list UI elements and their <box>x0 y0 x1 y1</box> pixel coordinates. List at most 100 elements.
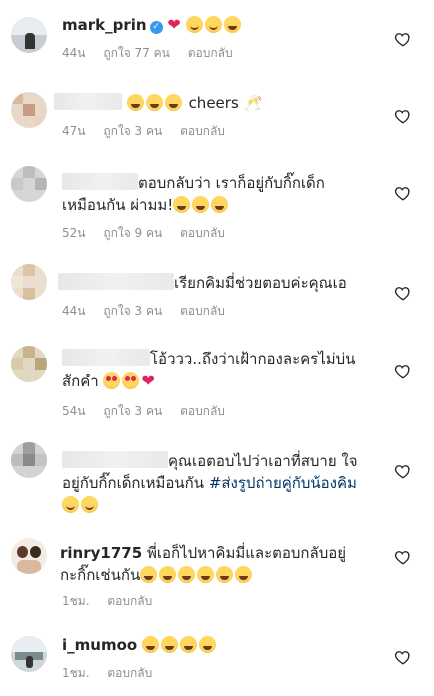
avatar[interactable] <box>11 92 47 128</box>
heart-eyes-emoji <box>103 372 121 389</box>
comment-text-line-2: อยู่กับกิ๊กเด็กเหมือนกัน #ส่งรูปถ่ายคู่ก… <box>62 472 357 494</box>
tears-of-joy-emoji <box>159 566 177 583</box>
heart-outline-icon[interactable] <box>394 184 412 202</box>
avatar[interactable] <box>11 17 47 53</box>
avatar[interactable] <box>11 442 47 478</box>
reply-button[interactable]: ตอบกลับ <box>180 304 225 318</box>
laughing-emoji <box>145 94 163 111</box>
blurred-username <box>58 273 174 290</box>
reply-button[interactable]: ตอบกลับ <box>180 226 225 240</box>
comment-body: อยู่กับกิ๊กเด็กเหมือนกัน <box>62 474 205 492</box>
smiling-emoji <box>62 496 79 513</box>
comment-body: โอ้ววว..ถึงว่าเฝ้ากองละครไม่บ่น <box>150 350 356 368</box>
tears-of-joy-emoji <box>197 566 215 583</box>
username[interactable]: i_mumoo <box>62 636 137 654</box>
tears-of-joy-emoji <box>235 566 253 583</box>
comment-row: ตอบกลับว่า เราก็อยู่กับกิ๊กเด็ก เหมือนกั… <box>0 148 434 244</box>
comment-meta: 54น ถูกใจ 3 คน ตอบกลับ <box>62 402 239 421</box>
timestamp: 52น <box>62 226 86 240</box>
laughing-emoji <box>173 196 191 213</box>
comment-text-line-1: คุณเอตอบไปว่าเอาที่สบาย ใจ <box>62 450 358 472</box>
comment-meta: 52น ถูกใจ 9 คน ตอบกลับ <box>62 224 239 243</box>
comment-row: rinry1775 พี่เอก็ไปหาคิมมี่และตอบกลับอยู… <box>0 524 434 616</box>
comment-body: สักคำ <box>62 372 99 390</box>
smiling-emoji <box>185 16 203 33</box>
timestamp: 1ชม. <box>62 666 90 680</box>
laughing-emoji <box>164 94 182 111</box>
comment-meta: 1ชม. ตอบกลับ <box>62 664 166 683</box>
comment-text: mark_prin ✓ ❤ <box>62 14 243 36</box>
comment-meta: 47น ถูกใจ 3 คน ตอบกลับ <box>62 122 239 141</box>
heart-outline-icon[interactable] <box>394 284 412 302</box>
comment-body: พี่เอก็ไปหาคิมมี่และตอบกลับอยู่ <box>146 544 347 562</box>
comment-body: เรียกคิมมี่ช่วยตอบค่ะคุณเอ <box>174 274 347 292</box>
avatar[interactable] <box>11 538 47 574</box>
timestamp: 44น <box>62 304 86 318</box>
comment-text-line-3 <box>62 494 100 516</box>
clinking-glasses-emoji: 🥂 <box>243 94 263 112</box>
heart-outline-icon[interactable] <box>394 107 412 125</box>
comment-text: cheers 🥂 <box>54 92 262 114</box>
timestamp: 47น <box>62 124 86 138</box>
comment-row: โอ้ววว..ถึงว่าเฝ้ากองละครไม่บ่น สักคำ ❤ … <box>0 328 434 428</box>
reply-button[interactable]: ตอบกลับ <box>107 666 152 680</box>
like-count[interactable]: ถูกใจ 9 คน <box>103 226 162 240</box>
blurred-username <box>62 451 168 468</box>
heart-outline-icon[interactable] <box>394 30 412 48</box>
comment-row: เรียกคิมมี่ช่วยตอบค่ะคุณเอ 44น ถูกใจ 3 ค… <box>0 244 434 328</box>
heart-outline-icon[interactable] <box>394 648 412 666</box>
reply-button[interactable]: ตอบกลับ <box>180 404 225 418</box>
comment-text-line-2: สักคำ ❤ <box>62 370 155 392</box>
smiling-emoji <box>81 496 98 513</box>
laughing-emoji <box>192 196 210 213</box>
laughing-emoji <box>160 636 178 653</box>
verified-badge-icon: ✓ <box>149 21 163 34</box>
blurred-username <box>62 349 150 366</box>
like-count[interactable]: ถูกใจ 3 คน <box>103 304 162 318</box>
red-heart-emoji: ❤ <box>141 371 155 390</box>
reply-button[interactable]: ตอบกลับ <box>188 46 233 60</box>
comment-meta: 44น ถูกใจ 77 คน ตอบกลับ <box>62 44 247 63</box>
laughing-emoji <box>179 636 197 653</box>
heart-outline-icon[interactable] <box>394 462 412 480</box>
comment-text: เรียกคิมมี่ช่วยตอบค่ะคุณเอ <box>58 272 347 294</box>
grinning-emoji <box>223 16 241 33</box>
comment-body: คุณเอตอบไปว่าเอาที่สบาย ใจ <box>168 452 358 470</box>
comment-row: mark_prin ✓ ❤ 44น ถูกใจ 77 คน ตอบกลับ <box>0 0 434 72</box>
laughing-emoji <box>126 94 144 111</box>
comment-body: กะกิ๊กเช่นกัน <box>60 566 141 584</box>
like-count[interactable]: ถูกใจ 77 คน <box>103 46 170 60</box>
like-count[interactable]: ถูกใจ 3 คน <box>103 404 162 418</box>
comment-row: i_mumoo 1ชม. ตอบกลับ <box>0 616 434 696</box>
reply-button[interactable]: ตอบกลับ <box>107 594 152 608</box>
red-heart-emoji: ❤ <box>167 15 181 34</box>
hashtag-link[interactable]: #ส่งรูปถ่ายคู่กับน้องคิม <box>209 474 357 492</box>
heart-outline-icon[interactable] <box>394 362 412 380</box>
heart-eyes-emoji <box>122 372 140 389</box>
reply-button[interactable]: ตอบกลับ <box>180 124 225 138</box>
tears-of-joy-emoji <box>216 566 234 583</box>
comment-row: cheers 🥂 47น ถูกใจ 3 คน ตอบกลับ <box>0 72 434 148</box>
comment-text-line-1: โอ้ววว..ถึงว่าเฝ้ากองละครไม่บ่น <box>62 348 355 370</box>
avatar[interactable] <box>11 166 47 202</box>
username[interactable]: rinry1775 <box>60 544 142 562</box>
comment-text-line-1: rinry1775 พี่เอก็ไปหาคิมมี่และตอบกลับอยู… <box>60 542 346 564</box>
laughing-emoji <box>211 196 229 213</box>
timestamp: 54น <box>62 404 86 418</box>
timestamp: 44น <box>62 46 86 60</box>
comment-body: เหมือนกัน ผ่ามม! <box>62 196 174 214</box>
comment-meta: 44น ถูกใจ 3 คน ตอบกลับ <box>62 302 239 321</box>
blurred-username <box>54 93 122 110</box>
comment-body: ตอบกลับว่า เราก็อยู่กับกิ๊กเด็ก <box>138 174 325 192</box>
comment-text-line-1: ตอบกลับว่า เราก็อยู่กับกิ๊กเด็ก <box>62 172 325 194</box>
comment-text: i_mumoo <box>62 634 218 656</box>
blurred-username <box>62 173 138 190</box>
username[interactable]: mark_prin <box>62 16 147 34</box>
heart-outline-icon[interactable] <box>394 548 412 566</box>
avatar[interactable] <box>11 264 47 300</box>
avatar[interactable] <box>11 636 47 672</box>
avatar[interactable] <box>11 346 47 382</box>
smiling-emoji <box>204 16 222 33</box>
like-count[interactable]: ถูกใจ 3 คน <box>103 124 162 138</box>
comment-text-line-2: เหมือนกัน ผ่ามม! <box>62 194 230 216</box>
